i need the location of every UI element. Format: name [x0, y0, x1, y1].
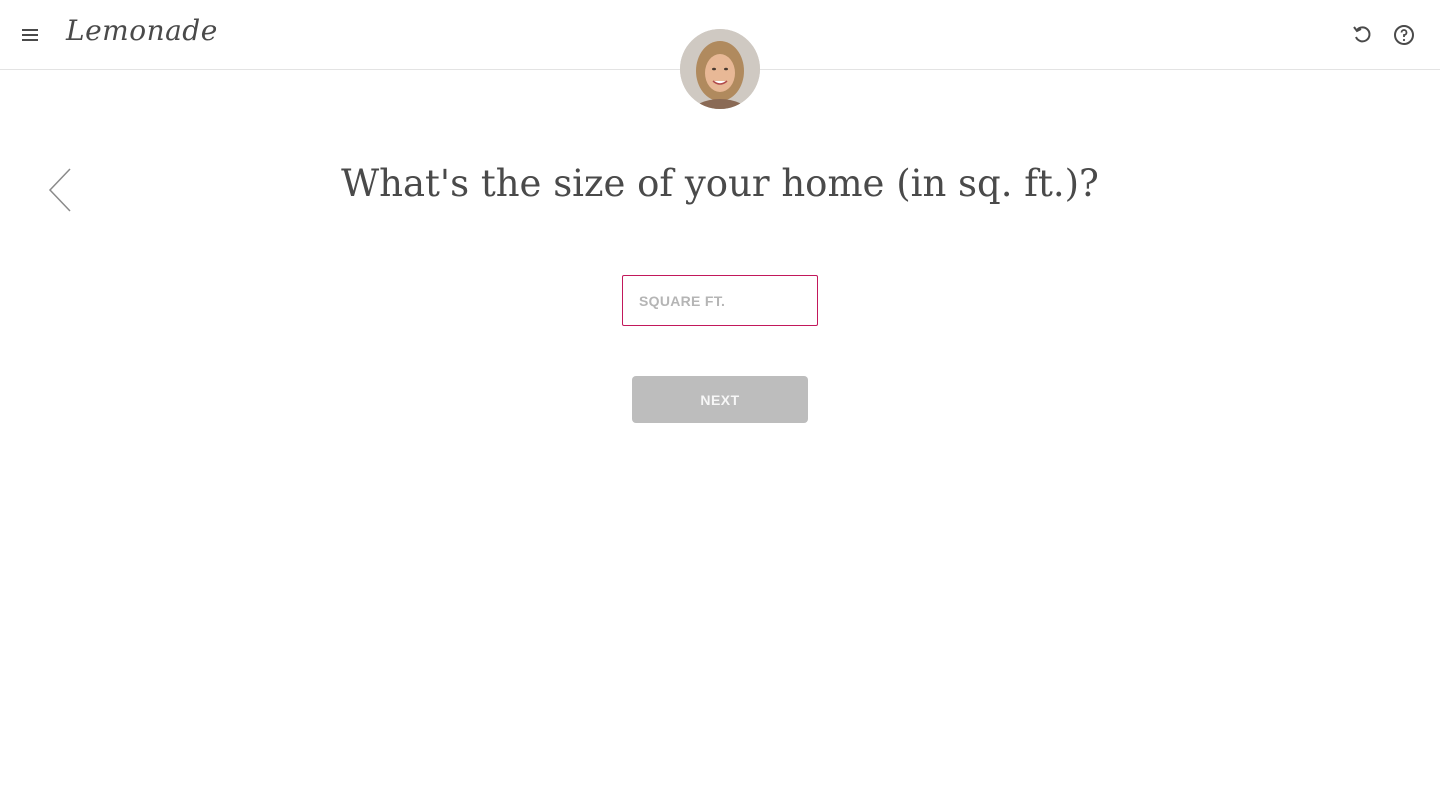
next-button[interactable]: NEXT	[632, 376, 808, 423]
hamburger-menu-icon[interactable]	[18, 23, 42, 47]
question-heading: What's the size of your home (in sq. ft.…	[341, 162, 1099, 205]
help-circle-icon[interactable]	[1392, 23, 1416, 47]
agent-avatar	[680, 29, 760, 109]
square-feet-input[interactable]	[622, 275, 818, 326]
lemonade-logo[interactable]: Lemonade	[66, 14, 218, 47]
undo-icon[interactable]	[1351, 23, 1375, 47]
